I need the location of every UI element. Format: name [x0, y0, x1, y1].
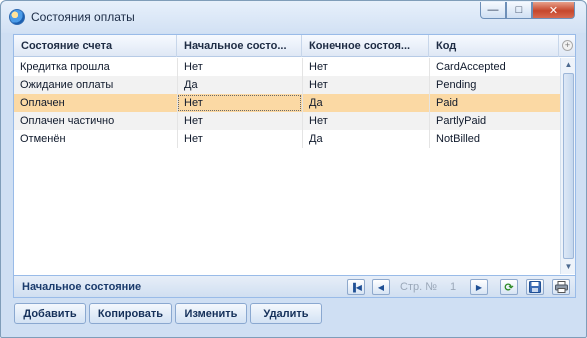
cell-state[interactable]: Ожидание оплаты: [14, 76, 177, 94]
column-header-initial[interactable]: Начальное состо...: [177, 35, 302, 57]
table-row[interactable]: Кредитка прошла Нет Нет CardAccepted: [14, 58, 560, 76]
minimize-icon: —: [487, 4, 499, 16]
close-icon: ✕: [548, 4, 559, 17]
print-button[interactable]: [552, 279, 570, 295]
table-row[interactable]: Оплачен частично Нет Нет PartlyPaid: [14, 112, 560, 130]
group-label: Начальное состояние: [22, 281, 142, 293]
cell-initial[interactable]: Нет: [177, 130, 302, 148]
column-header-state[interactable]: Состояние счета: [14, 35, 177, 57]
next-page-button[interactable]: ▶: [470, 279, 488, 295]
column-header-final[interactable]: Конечное состоя...: [302, 35, 429, 57]
delete-button[interactable]: Удалить: [250, 303, 322, 324]
grid-rows: Кредитка прошла Нет Нет CardAccepted Ожи…: [14, 58, 560, 148]
copy-button[interactable]: Копировать: [89, 303, 172, 324]
edit-button[interactable]: Изменить: [175, 303, 247, 324]
cell-state[interactable]: Кредитка прошла: [14, 58, 177, 76]
scroll-up-icon[interactable]: ▲: [562, 58, 575, 72]
grid-footer: Начальное состояние ▐◀ ◀ Стр. № 1 ▶ ⟳: [14, 275, 575, 297]
cell-initial[interactable]: Да: [177, 76, 302, 94]
cell-state[interactable]: Оплачен: [14, 94, 177, 112]
refresh-icon: ⟳: [504, 281, 514, 294]
table-row[interactable]: Отменён Нет Да NotBilled: [14, 130, 560, 148]
cell-code[interactable]: Paid: [429, 94, 560, 112]
cell-final[interactable]: Нет: [302, 58, 429, 76]
first-page-icon: ▐◀: [350, 282, 362, 292]
cell-initial[interactable]: Нет: [177, 112, 302, 130]
cell-state[interactable]: Отменён: [14, 130, 177, 148]
scroll-thumb[interactable]: [563, 73, 574, 259]
printer-icon: [554, 281, 568, 293]
cell-final[interactable]: Нет: [302, 112, 429, 130]
scroll-down-icon[interactable]: ▼: [562, 260, 575, 274]
cell-final[interactable]: Да: [302, 130, 429, 148]
minimize-button[interactable]: —: [480, 2, 506, 19]
grid-header: Состояние счета Начальное состо... Конеч…: [14, 35, 575, 57]
cell-initial-focused[interactable]: Нет: [177, 94, 302, 112]
cell-code[interactable]: PartlyPaid: [429, 112, 560, 130]
cell-code[interactable]: CardAccepted: [429, 58, 560, 76]
payment-states-window: Состояния оплаты — □ ✕ Состояние счета Н…: [0, 0, 587, 338]
cell-initial[interactable]: Нет: [177, 58, 302, 76]
next-page-icon: ▶: [475, 282, 483, 292]
vertical-scrollbar[interactable]: ▲ ▼: [560, 58, 575, 274]
cell-code[interactable]: Pending: [429, 76, 560, 94]
column-header-code[interactable]: Код: [429, 35, 559, 57]
cell-final[interactable]: Да: [302, 94, 429, 112]
page-label: Стр. №: [400, 281, 438, 293]
add-button[interactable]: Добавить: [14, 303, 86, 324]
close-button[interactable]: ✕: [532, 2, 575, 19]
table-row-selected[interactable]: Оплачен Нет Да Paid: [14, 94, 560, 112]
cell-final[interactable]: Нет: [302, 76, 429, 94]
floppy-icon: [529, 281, 541, 293]
prev-page-button[interactable]: ◀: [372, 279, 390, 295]
payment-states-grid: Состояние счета Начальное состо... Конеч…: [13, 34, 576, 298]
table-row[interactable]: Ожидание оплаты Да Нет Pending: [14, 76, 560, 94]
cell-state[interactable]: Оплачен частично: [14, 112, 177, 130]
refresh-button[interactable]: ⟳: [500, 279, 518, 295]
maximize-icon: □: [515, 4, 523, 16]
title-bar[interactable]: Состояния оплаты — □ ✕: [1, 1, 586, 33]
add-column-icon[interactable]: +: [562, 40, 573, 51]
prev-page-icon: ◀: [377, 282, 385, 292]
cell-code[interactable]: NotBilled: [429, 130, 560, 148]
save-button[interactable]: [526, 279, 544, 295]
maximize-button[interactable]: □: [506, 2, 532, 19]
globe-icon: [9, 9, 25, 25]
first-page-button[interactable]: ▐◀: [347, 279, 365, 295]
page-number: 1: [450, 281, 457, 293]
window-title: Состояния оплаты: [31, 10, 135, 24]
